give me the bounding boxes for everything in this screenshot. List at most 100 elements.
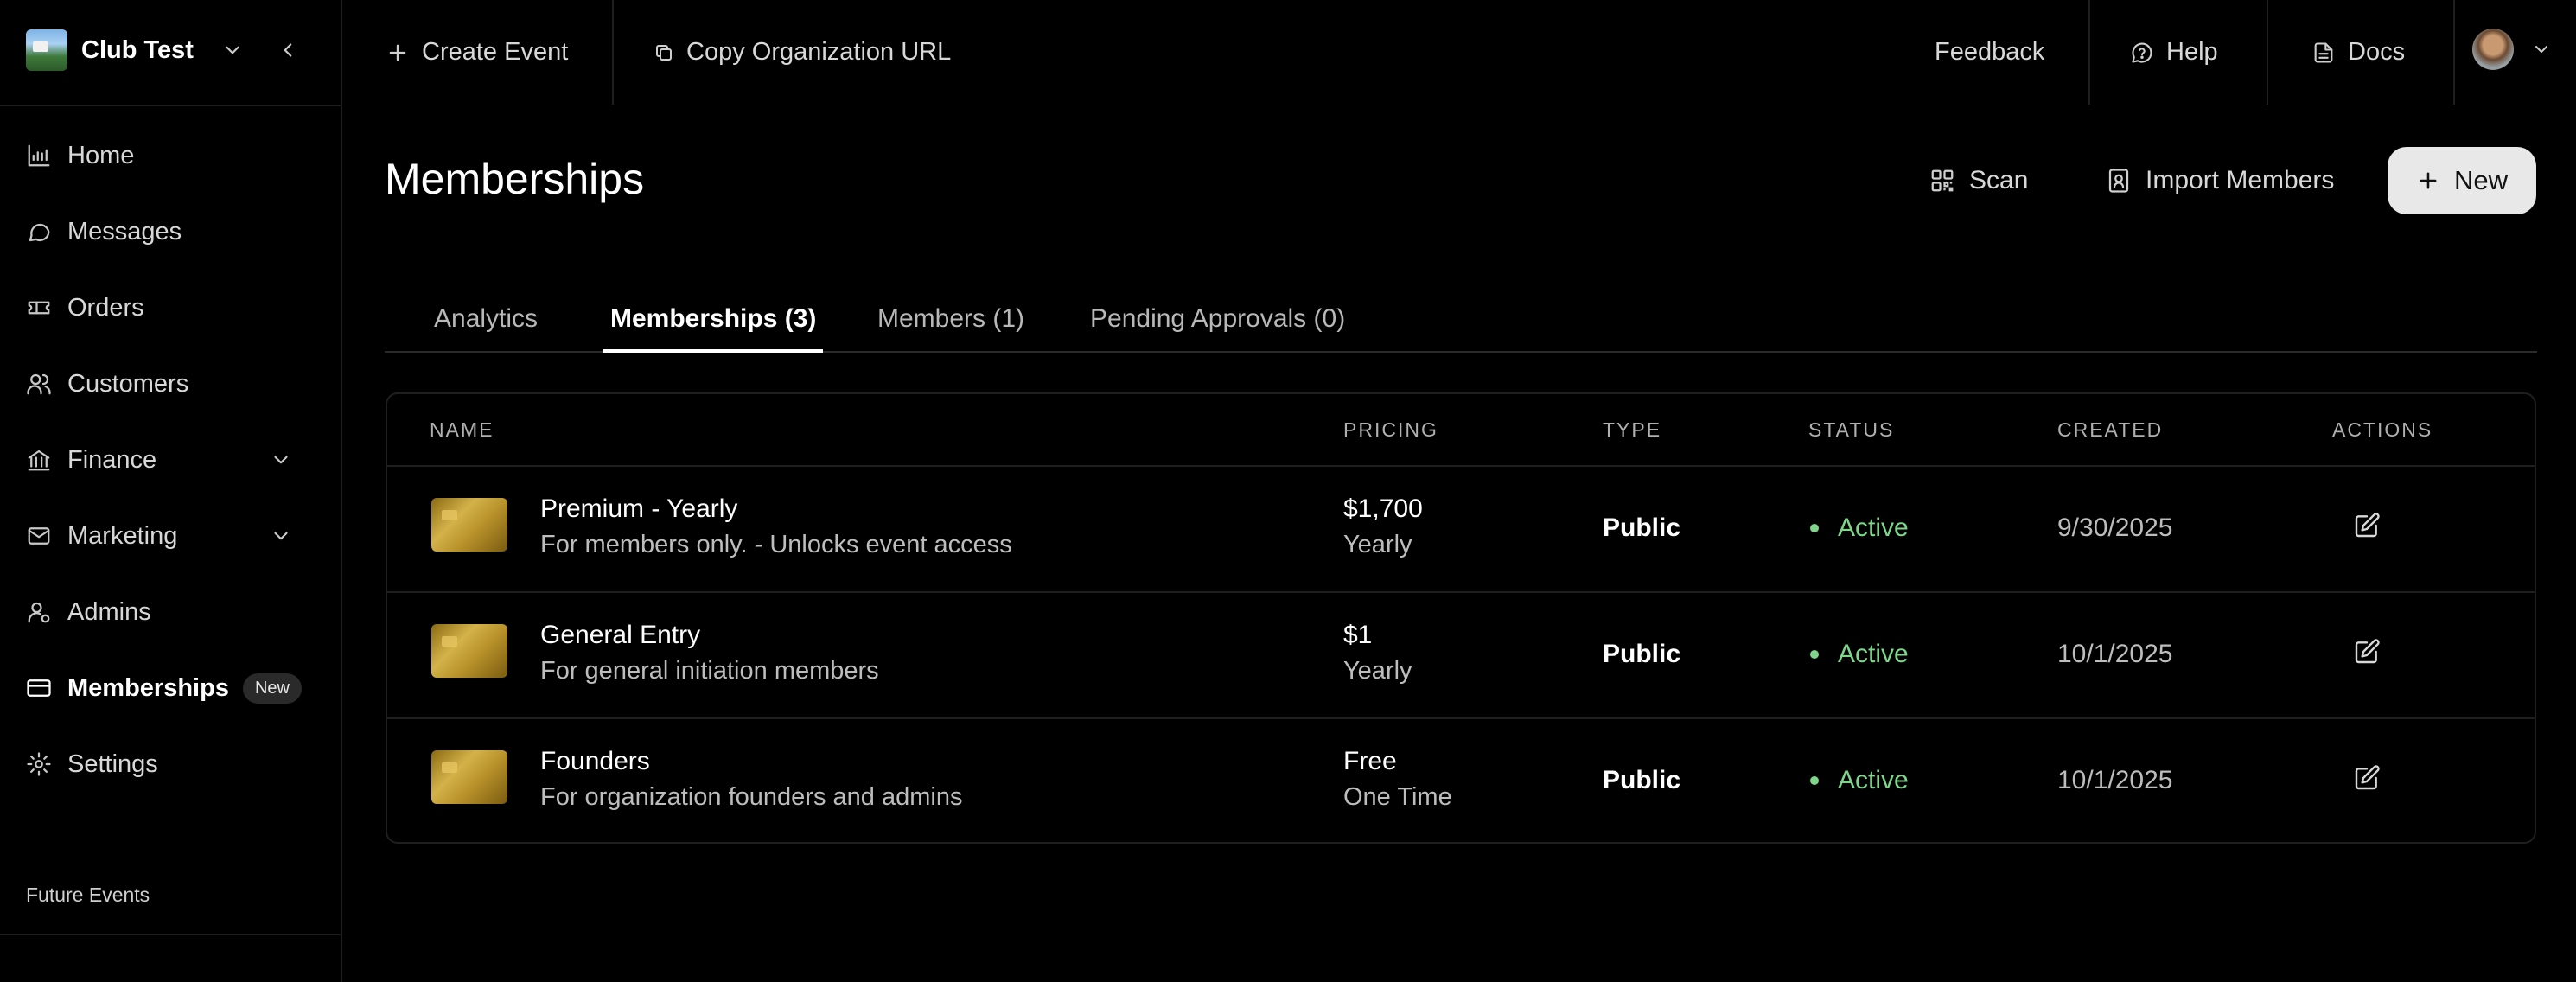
help-label: Help xyxy=(2166,38,2218,66)
table-row[interactable]: Premium - Yearly For members only. - Unl… xyxy=(387,465,2535,593)
header-divider xyxy=(612,0,614,105)
header-divider xyxy=(2453,0,2455,105)
sidebar-item-finance[interactable]: Finance xyxy=(0,422,341,498)
header-divider xyxy=(2088,0,2090,105)
column-header-name[interactable]: NAME xyxy=(430,394,494,465)
sidebar-item-label: Customers xyxy=(67,369,189,398)
sidebar-item-orders[interactable]: Orders xyxy=(0,270,341,346)
sidebar-nav: Home Messages Orders Customers Finance M… xyxy=(0,118,341,802)
sidebar-divider xyxy=(0,934,341,935)
sidebar: Club Test Home Messages Orders Customers… xyxy=(0,0,342,982)
new-membership-button[interactable]: New xyxy=(2388,147,2536,214)
document-icon xyxy=(2311,41,2336,65)
avatar[interactable] xyxy=(2472,29,2514,70)
new-label: New xyxy=(2453,165,2508,195)
column-header-created[interactable]: CREATED xyxy=(2057,394,2163,465)
create-event-button[interactable]: Create Event xyxy=(386,0,568,105)
help-icon xyxy=(2130,41,2154,65)
status-badge: Active xyxy=(1810,640,1909,669)
org-switcher[interactable]: Club Test xyxy=(26,28,323,73)
sidebar-item-label: Settings xyxy=(67,749,158,778)
status-dot xyxy=(1810,650,1819,659)
copy-org-url-button[interactable]: Copy Organization URL xyxy=(654,0,951,105)
sidebar-item-memberships[interactable]: Memberships New xyxy=(0,650,341,726)
membership-period: Yearly xyxy=(1343,657,1412,685)
sidebar-item-label: Memberships xyxy=(67,673,229,702)
header-divider xyxy=(2267,0,2268,105)
membership-type: Public xyxy=(1603,513,1681,542)
plus-icon xyxy=(386,41,410,65)
status-dot xyxy=(1810,524,1819,532)
membership-description: For members only. - Unlocks event access xyxy=(540,531,1012,558)
column-header-pricing[interactable]: PRICING xyxy=(1343,394,1438,465)
column-header-type[interactable]: TYPE xyxy=(1603,394,1661,465)
sidebar-item-settings[interactable]: Settings xyxy=(0,726,341,802)
sidebar-item-label: Admins xyxy=(67,597,151,626)
collapse-sidebar-icon[interactable] xyxy=(277,39,299,61)
chevron-down-icon[interactable] xyxy=(221,39,244,61)
scan-label: Scan xyxy=(1969,166,2029,194)
feedback-label: Feedback xyxy=(1935,38,2045,66)
sidebar-item-home[interactable]: Home xyxy=(0,118,341,194)
copy-icon xyxy=(654,42,674,63)
create-event-label: Create Event xyxy=(422,38,569,66)
membership-period: Yearly xyxy=(1343,531,1412,558)
table-row[interactable]: Founders For organization founders and a… xyxy=(387,717,2535,842)
top-header: Create Event Copy Organization URL Feedb… xyxy=(342,0,2576,105)
tab-members[interactable]: Members (1) xyxy=(877,287,1024,351)
chevron-down-icon[interactable] xyxy=(2531,39,2552,60)
membership-type: Public xyxy=(1603,766,1681,794)
membership-card-image xyxy=(431,750,507,804)
membership-price: $1 xyxy=(1343,621,1373,649)
membership-price: $1,700 xyxy=(1343,494,1423,523)
sidebar-item-customers[interactable]: Customers xyxy=(0,346,341,422)
membership-card-image xyxy=(431,498,507,552)
message-icon xyxy=(26,219,52,245)
sidebar-item-messages[interactable]: Messages xyxy=(0,194,341,270)
membership-name[interactable]: Premium - Yearly xyxy=(540,494,737,524)
docs-button[interactable]: Docs xyxy=(2311,0,2405,105)
table-row[interactable]: General Entry For general initiation mem… xyxy=(387,591,2535,719)
tab-pending-approvals[interactable]: Pending Approvals (0) xyxy=(1090,287,1345,351)
copy-org-url-label: Copy Organization URL xyxy=(686,38,952,66)
sidebar-item-label: Messages xyxy=(67,217,182,246)
feedback-button[interactable]: Feedback xyxy=(1935,0,2044,105)
edit-icon[interactable] xyxy=(2353,512,2381,539)
mail-icon xyxy=(26,523,52,549)
column-header-actions: ACTIONS xyxy=(2332,418,2433,441)
memberships-table: NAME PRICING TYPE STATUS CREATED ACTIONS… xyxy=(386,392,2536,844)
chevron-down-icon[interactable] xyxy=(270,449,292,471)
card-icon xyxy=(26,675,52,701)
bank-icon xyxy=(26,447,52,473)
import-members-button[interactable]: Import Members xyxy=(2106,147,2334,214)
scan-button[interactable]: Scan xyxy=(1929,147,2028,214)
gear-icon xyxy=(26,751,52,777)
sidebar-item-admins[interactable]: Admins xyxy=(0,574,341,650)
sidebar-item-marketing[interactable]: Marketing xyxy=(0,498,341,574)
column-header-status[interactable]: STATUS xyxy=(1808,394,1894,465)
table-header: NAME PRICING TYPE STATUS CREATED ACTIONS xyxy=(387,394,2535,467)
tab-memberships[interactable]: Memberships (3) xyxy=(603,287,824,353)
org-logo xyxy=(26,29,67,71)
sidebar-item-label: Marketing xyxy=(67,521,178,550)
membership-name[interactable]: General Entry xyxy=(540,621,700,650)
chart-icon xyxy=(26,143,52,169)
future-events-heading: Future Events xyxy=(26,883,150,906)
edit-icon[interactable] xyxy=(2353,764,2381,792)
membership-name[interactable]: Founders xyxy=(540,747,650,776)
page-title: Memberships xyxy=(385,155,645,203)
status-label: Active xyxy=(1838,640,1909,668)
membership-description: For organization founders and admins xyxy=(540,783,963,811)
edit-icon[interactable] xyxy=(2353,638,2381,666)
created-date: 9/30/2025 xyxy=(2057,513,2173,542)
org-name: Club Test xyxy=(81,35,194,64)
plus-icon xyxy=(2416,169,2440,193)
status-badge: Active xyxy=(1810,766,1909,795)
membership-description: For general initiation members xyxy=(540,657,879,685)
docs-label: Docs xyxy=(2348,38,2406,66)
help-button[interactable]: Help xyxy=(2130,0,2218,105)
sidebar-item-label: Finance xyxy=(67,445,157,474)
tab-analytics[interactable]: Analytics xyxy=(434,287,538,351)
chevron-down-icon[interactable] xyxy=(270,525,292,547)
tab-bar: Analytics Memberships (3) Members (1) Pe… xyxy=(385,287,2537,353)
